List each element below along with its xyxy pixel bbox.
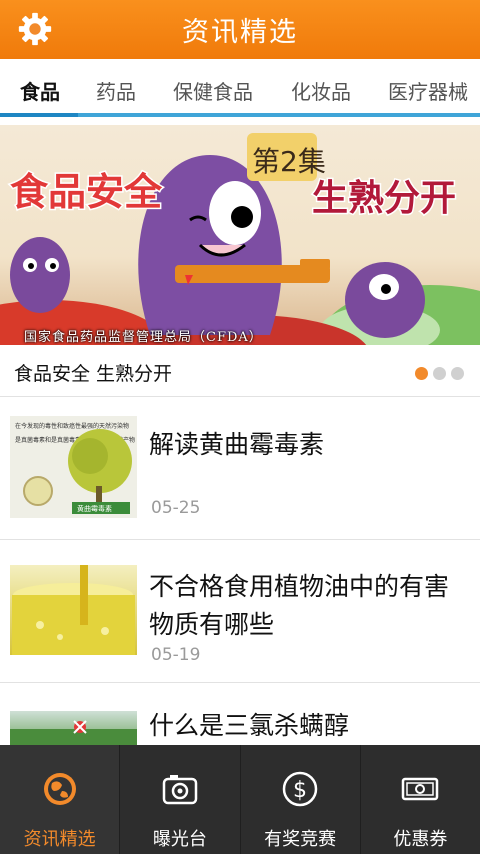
banner-credit: 国家食品药品监督管理总局（CFDA） [24, 330, 263, 345]
tab-health-food[interactable]: 保健食品 [173, 76, 253, 105]
thumb-text-1: 在今发现的毒性和致癌性最强的天然污染物 [15, 422, 129, 430]
app-header: 资讯精选 [0, 0, 480, 59]
news-date: 05-19 [151, 645, 201, 665]
coupon-icon [402, 777, 439, 801]
carousel-dot[interactable] [415, 367, 428, 380]
tab-cosmetics[interactable]: 化妆品 [291, 76, 351, 105]
gear-icon[interactable] [16, 10, 54, 48]
svg-text:$: $ [293, 778, 307, 803]
news-title: 不合格食用植物油中的有害物质有哪些 [149, 572, 450, 639]
tab-food[interactable]: 食品 [20, 76, 60, 105]
banner-headline-right: 生熟分开 [312, 178, 456, 219]
carousel-dot[interactable] [451, 367, 464, 380]
nav-item-news[interactable]: 资讯精选 [0, 745, 120, 854]
news-title: 什么是三氯杀螨醇 [149, 711, 350, 740]
nav-item-exposure[interactable]: 曝光台 [119, 745, 239, 854]
nav-label: 有奖竞赛 [264, 829, 337, 850]
thumb-caption: 黄曲霉毒素 [77, 504, 112, 513]
tab-drugs[interactable]: 药品 [96, 76, 136, 105]
banner-caption: 食品安全 生熟分开 [14, 363, 173, 385]
dollar-icon: $ [282, 771, 318, 807]
page-title: 资讯精选 [182, 17, 298, 48]
banner-headline-left: 食品安全 [10, 170, 163, 214]
news-item[interactable]: 什么是三氯杀螨醇 [0, 683, 480, 753]
news-thumbnail [10, 565, 137, 655]
nav-label: 优惠券 [393, 829, 448, 850]
tab-active-indicator [0, 113, 78, 117]
news-thumbnail: 在今发现的毒性和致癌性最强的天然污染物 是真菌毒素和是真菌毒素种产生剂农业代产物… [10, 416, 137, 518]
nav-label: 资讯精选 [23, 829, 96, 850]
carousel-indicator [415, 367, 464, 380]
banner-caption-bar: 食品安全 生熟分开 [0, 345, 480, 397]
banner-illustration: 食品安全 第2集 生熟分开 [0, 133, 480, 345]
camera-icon [162, 775, 198, 805]
nav-label: 曝光台 [152, 829, 207, 850]
tab-indicator-track [0, 113, 480, 117]
nav-item-contest[interactable]: $ 有奖竞赛 [239, 745, 360, 854]
bottom-navigation: 资讯精选 曝光台 $ 有奖竞赛 优惠券 [0, 745, 480, 854]
tab-medical-devices[interactable]: 医疗器械 [388, 76, 468, 105]
news-item[interactable]: 不合格食用植物油中的有害物质有哪些 05-19 [0, 540, 480, 683]
carousel-dot[interactable] [433, 367, 446, 380]
news-title: 解读黄曲霉毒素 [149, 430, 325, 459]
nav-item-coupons[interactable]: 优惠券 [359, 745, 480, 854]
globe-icon [43, 773, 76, 805]
category-tabs: 食品 药品 保健食品 化妆品 医疗器械 [0, 59, 480, 117]
featured-banner[interactable]: 食品安全 第2集 生熟分开 国家食品药品监督管理总局（CFDA） [0, 125, 480, 345]
news-item[interactable]: 在今发现的毒性和致癌性最强的天然污染物 是真菌毒素和是真菌毒素种产生剂农业代产物… [0, 398, 480, 540]
banner-episode: 第2集 [252, 145, 326, 178]
news-date: 05-25 [151, 498, 201, 518]
